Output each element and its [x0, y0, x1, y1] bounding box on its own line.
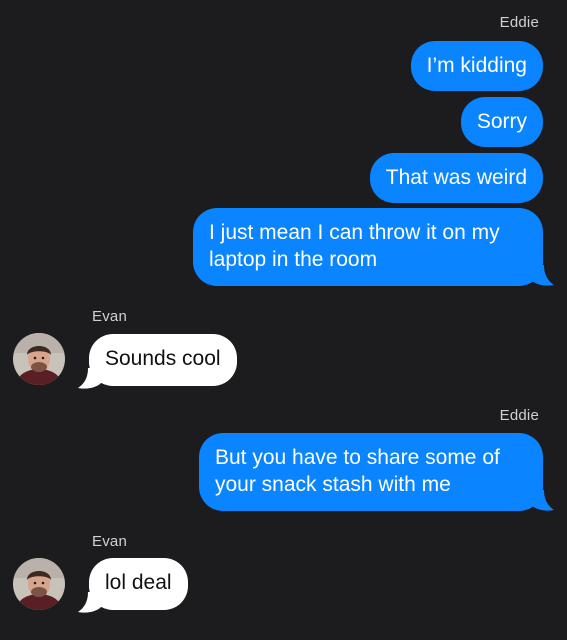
sender-name-evan: Evan	[92, 308, 127, 325]
message-text: I just mean I can throw it on my laptop …	[209, 221, 500, 271]
message-bubble-incoming[interactable]: Sounds cool	[89, 334, 237, 386]
message-text: I’m kidding	[426, 54, 527, 77]
sender-name-eddie: Eddie	[499, 14, 539, 31]
message-bubble-incoming[interactable]: lol deal	[89, 558, 188, 610]
message-text: Sorry	[476, 110, 527, 133]
message-bubble-outgoing[interactable]: I just mean I can throw it on my laptop …	[193, 208, 543, 286]
sender-name-evan: Evan	[92, 533, 127, 550]
avatar[interactable]	[13, 333, 65, 385]
user-avatar-photo-icon	[13, 558, 65, 610]
bubble-tail-outgoing	[530, 490, 554, 511]
message-bubble-outgoing[interactable]: Sorry	[460, 97, 543, 147]
message-text: Sounds cool	[105, 347, 221, 370]
bubble-tail-outgoing	[530, 265, 554, 286]
message-bubble-outgoing[interactable]: I’m kidding	[410, 41, 543, 91]
message-bubble-outgoing[interactable]: But you have to share some of your snack…	[199, 433, 543, 511]
message-text: But you have to share some of your snack…	[215, 446, 500, 496]
message-bubble-outgoing[interactable]: That was weird	[369, 153, 543, 203]
message-text: lol deal	[105, 571, 172, 594]
user-avatar-photo-icon	[13, 333, 65, 385]
message-text: That was weird	[385, 166, 527, 189]
sender-name-eddie: Eddie	[499, 407, 539, 424]
avatar[interactable]	[13, 558, 65, 610]
